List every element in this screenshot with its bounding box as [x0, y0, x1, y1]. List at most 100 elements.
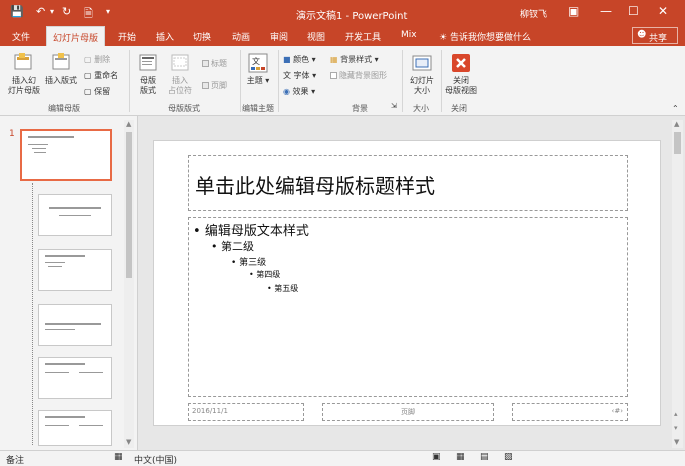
text-level-4: • 第四级	[249, 270, 281, 279]
insert-layout-button[interactable]: 插入版式	[42, 52, 80, 86]
maximize-icon[interactable]: ☐	[628, 4, 639, 18]
thumb-text-line	[45, 425, 69, 426]
scroll-down-icon[interactable]: ▼	[674, 438, 679, 446]
minimize-icon[interactable]: —	[600, 4, 612, 18]
thumbnail-layout-two-content[interactable]	[38, 357, 112, 399]
title-bar: 💾 ↶ ▾ ↻ 🗎 ▾ 演示文稿1 - PowerPoint 柳钗飞 ▣ — ☐…	[0, 0, 685, 26]
insert-slide-master-button[interactable]: 插入幻 灯片母版	[4, 52, 44, 96]
effects-button[interactable]: ◉ 效果 ▾	[283, 86, 315, 97]
customize-qat-icon[interactable]: ▾	[106, 7, 110, 16]
next-slide-icon[interactable]: ▾	[674, 424, 678, 432]
collapse-ribbon-icon[interactable]: ⌃	[672, 103, 679, 114]
tab-insert[interactable]: 插入	[156, 30, 174, 43]
language-indicator[interactable]: 中文(中国)	[134, 453, 177, 466]
close-master-view-button[interactable]: 关闭 母版视图	[442, 52, 480, 96]
thumbnail-scrollbar[interactable]: ▲ ▼	[124, 120, 134, 448]
undo-dropdown-icon[interactable]: ▾	[50, 7, 54, 16]
lightbulb-icon: ☀	[439, 33, 448, 43]
background-styles-button[interactable]: ▦ 背景样式 ▾	[330, 54, 379, 65]
insert-placeholder-button[interactable]: 插入 占位符	[164, 52, 196, 96]
layout-connector-line	[32, 183, 33, 445]
slide-scrollbar[interactable]: ▲ ▴ ▾ ▼	[672, 120, 683, 448]
scroll-down-icon[interactable]: ▼	[126, 438, 131, 446]
tab-file[interactable]: 文件	[12, 30, 30, 43]
thumbnail-master[interactable]	[20, 129, 112, 181]
tab-developer[interactable]: 开发工具	[345, 30, 381, 43]
themes-label: 主题	[246, 76, 263, 85]
previous-slide-icon[interactable]: ▴	[674, 410, 678, 418]
date-placeholder[interactable]: 2016/11/1	[188, 403, 304, 421]
notes-indicator[interactable]: 备注	[6, 453, 24, 466]
text-level-5: • 第五级	[267, 284, 299, 293]
thumbnail-layout-title[interactable]	[38, 194, 112, 236]
scroll-up-icon[interactable]: ▲	[674, 120, 679, 128]
colors-icon: ■	[283, 55, 291, 64]
repeat-icon[interactable]: ↻	[62, 5, 71, 18]
normal-view-icon[interactable]: ▣	[432, 452, 441, 462]
new-file-icon[interactable]: 🗎	[84, 5, 93, 24]
hide-background-graphics-checkbox[interactable]: 隐藏背景图形	[330, 70, 387, 81]
tab-mix[interactable]: Mix	[401, 30, 417, 40]
tell-me-text: 告诉我你想要做什么	[449, 33, 531, 43]
undo-icon[interactable]: ↶	[36, 5, 45, 18]
thumb-text-line	[59, 215, 91, 216]
tell-me-box[interactable]: ☀ 告诉我你想要做什么	[439, 30, 531, 43]
thumbnail-layout-content[interactable]	[38, 249, 112, 291]
themes-button[interactable]: 文 主题 ▾	[244, 52, 272, 86]
slide-canvas[interactable]: 单击此处编辑母版标题样式 • 编辑母版文本样式 • 第二级 • 第三级 • 第四…	[153, 140, 661, 426]
thumb-title-line	[45, 323, 101, 325]
title-placeholder[interactable]: 单击此处编辑母版标题样式	[188, 155, 628, 211]
delete-button[interactable]: ▢ 删除	[84, 54, 110, 65]
thumb-text-line	[28, 144, 48, 145]
scrollbar-thumb[interactable]	[674, 132, 681, 154]
level-1-text: 编辑母版文本样式	[204, 224, 309, 239]
effects-icon: ◉	[283, 87, 290, 96]
tab-home[interactable]: 开始	[118, 30, 136, 43]
tab-slide-master[interactable]: 幻灯片母版	[46, 26, 106, 46]
title-checkbox[interactable]: 标题	[202, 58, 227, 69]
thumb-text-line	[45, 262, 65, 263]
ribbon-display-options-icon[interactable]: ▣	[568, 4, 579, 18]
footer-placeholder[interactable]: 页脚	[322, 403, 494, 421]
save-icon[interactable]: 💾	[10, 5, 24, 18]
level-5-text: 第五级	[274, 284, 299, 293]
thumbnail-layout-comparison[interactable]	[38, 410, 112, 446]
page-number-placeholder[interactable]: ‹#›	[512, 403, 628, 421]
scrollbar-thumb[interactable]	[126, 132, 132, 278]
tab-animations[interactable]: 动画	[232, 30, 250, 43]
rename-button[interactable]: ▢ 重命名	[84, 70, 118, 81]
thumb-title-line	[45, 363, 85, 365]
close-master-label: 关闭 母版视图	[445, 76, 477, 95]
close-window-icon[interactable]: ✕	[658, 4, 668, 18]
ribbon-tab-bar: 文件 幻灯片母版 开始 插入 切换 动画 审阅 视图 开发工具 Mix ☀ 告诉…	[0, 26, 685, 46]
scroll-up-icon[interactable]: ▲	[126, 120, 131, 128]
slide-size-button[interactable]: 幻灯片 大小	[404, 52, 440, 96]
group-label-size: 大小	[413, 104, 429, 113]
title-text: 单击此处编辑母版标题样式	[195, 174, 435, 198]
content-placeholder[interactable]: • 编辑母版文本样式 • 第二级 • 第三级 • 第四级 • 第五级	[188, 217, 628, 397]
thumb-text-line	[48, 266, 62, 267]
slideshow-icon[interactable]: ▧	[504, 452, 513, 462]
tab-review[interactable]: 审阅	[270, 30, 288, 43]
themes-icon: 文	[248, 53, 268, 73]
fonts-icon: 文	[283, 71, 291, 80]
insert-master-label: 插入幻 灯片母版	[8, 76, 40, 95]
colors-button[interactable]: ■ 颜色 ▾	[283, 54, 316, 65]
slide-sorter-icon[interactable]: ▦	[456, 452, 465, 462]
background-dialog-launcher-icon[interactable]: ⇲	[391, 101, 397, 112]
master-layout-button[interactable]: 母版 版式	[134, 52, 162, 96]
tab-transitions[interactable]: 切换	[193, 30, 211, 43]
reading-view-icon[interactable]: ▤	[480, 452, 489, 462]
preserve-button[interactable]: ▢ 保留	[84, 86, 110, 97]
preserve-label: 保留	[94, 87, 111, 96]
thumb-text-line	[45, 329, 75, 330]
user-name[interactable]: 柳钗飞	[520, 7, 547, 20]
footer-checkbox[interactable]: 页脚	[202, 80, 227, 91]
master-layout-icon	[139, 54, 157, 71]
fonts-button[interactable]: 文 字体 ▾	[283, 70, 316, 81]
date-text: 2016/11/1	[192, 407, 228, 415]
share-button[interactable]: ☻ 共享	[632, 27, 678, 44]
spellcheck-icon[interactable]: ▦	[114, 452, 123, 462]
tab-view[interactable]: 视图	[307, 30, 325, 43]
thumbnail-layout-section[interactable]	[38, 304, 112, 346]
